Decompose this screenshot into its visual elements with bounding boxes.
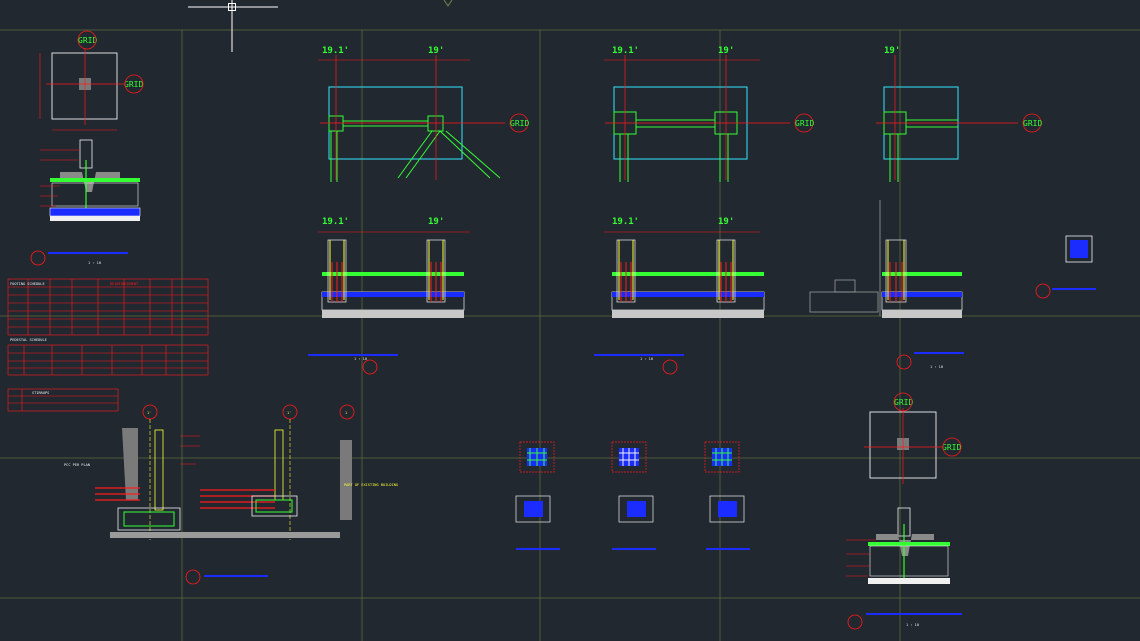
wall-section: 1' 1' 1 PART OF EXISTING BUILDING PCC PE… [64,404,398,585]
footing-schedule-title: FOOTING SCHEDULE [10,282,45,286]
scale-label: 1 : 10 [930,365,943,369]
footing-elevation-c [809,200,964,370]
grid-label: GRID [124,80,143,89]
footing-elevation-b: 19.1' 19' [594,217,765,375]
pcc-note: PCC PER PLAN [64,463,90,467]
grid-label: GRID [510,119,529,128]
dim-label: 19' [428,217,444,227]
stirrups-title: STIRRUPS [32,391,49,395]
scale-label: 1 : 10 [88,261,101,265]
bubble-label: 1' [147,411,151,415]
footing-plan-a: 19.1' 19' GRID [318,46,529,182]
column-base-detail-top: GRID GRID [30,30,143,266]
footing-plan-b: 19.1' 19' GRID [604,46,814,182]
scale-label: 1 : 10 [906,623,919,627]
grid-label: GRID [894,398,913,407]
dim-label: 19' [718,46,734,56]
dim-label: 19' [884,46,900,56]
dim-label: 19.1' [322,46,349,56]
pedestal-schedule-table [7,344,209,376]
scale-label: 1 : 10 [354,357,367,361]
footing-elevation-a: 19.1' 19' [308,217,470,375]
dim-label: 19.1' [612,46,639,56]
pedestal-schedule-title: PEDESTAL SCHEDULE [10,338,47,342]
scale-label: 1 : 10 [640,357,653,361]
dim-label: 19.1' [612,217,639,227]
grid-label: GRID [78,36,97,45]
dim-label: 19.1' [322,217,349,227]
grid-label: GRID [1023,119,1042,128]
ucs-arrow-icon [443,0,453,7]
reinforcement-header: REINFORCEMENT [110,282,139,286]
bubble-label: 1' [287,411,291,415]
grid-label: GRID [795,119,814,128]
dim-label: 19' [428,46,444,56]
drawing-grid [0,29,1140,641]
column-section-small [1035,235,1096,299]
cad-drawing-canvas[interactable]: GRID GRID FOOTING SCHEDULE REINFORCEMENT… [0,0,1140,641]
stirrups-table [7,388,119,412]
dim-label: 19' [718,217,734,227]
footing-plan-c: 19' GRID [876,46,1042,182]
bubble-label: 1 [345,411,347,415]
grid-label: GRID [942,443,961,452]
crosshair-cursor [188,0,278,52]
footing-schedule-table [7,278,209,336]
column-base-detail-bottom: GRID GRID [846,392,962,630]
existing-building-note: PART OF EXISTING BUILDING [344,483,398,487]
